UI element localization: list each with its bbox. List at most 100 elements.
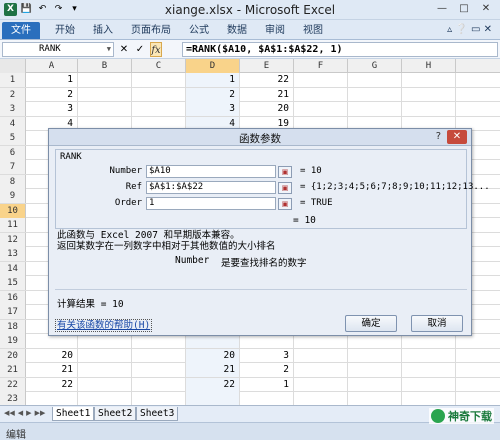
cell-h21[interactable]	[402, 363, 456, 377]
cell-d23[interactable]	[186, 392, 240, 405]
first-sheet-icon[interactable]: ◀◀	[4, 409, 15, 417]
arg-input-order[interactable]: 1	[146, 197, 276, 210]
cell-f21[interactable]	[294, 363, 348, 377]
row-header[interactable]: 23	[0, 392, 26, 405]
cell-b19[interactable]	[78, 334, 132, 348]
tab-page-layout[interactable]: 页面布局	[126, 22, 176, 39]
collapse-dialog-icon[interactable]: ▣	[278, 166, 292, 178]
cell-b2[interactable]	[78, 87, 132, 102]
cell-c20[interactable]	[132, 348, 186, 363]
cell-a20[interactable]: 20	[26, 348, 78, 363]
cancel-button[interactable]: 取消	[411, 315, 463, 332]
cell-e21[interactable]: 2	[240, 363, 294, 377]
cell-e20[interactable]: 3	[240, 348, 294, 363]
column-header-f[interactable]: F	[294, 59, 348, 73]
cancel-entry-icon[interactable]: ✕	[118, 42, 130, 57]
cell-c23[interactable]	[132, 392, 186, 405]
cell-h23[interactable]	[402, 392, 456, 405]
cell-a3[interactable]: 3	[26, 102, 78, 116]
cell-d3[interactable]: 3	[186, 102, 240, 116]
cell-h1[interactable]	[402, 73, 456, 87]
cell-c22[interactable]	[132, 377, 186, 392]
row-header[interactable]: 6	[0, 145, 26, 160]
cell-g21[interactable]	[348, 363, 402, 377]
row-header[interactable]: 20	[0, 348, 26, 363]
cell-d1[interactable]: 1	[186, 73, 240, 87]
row-header[interactable]: 9	[0, 189, 26, 203]
row-header[interactable]: 13	[0, 247, 26, 261]
cell-f23[interactable]	[294, 392, 348, 405]
cell-b3[interactable]	[78, 102, 132, 116]
column-header-e[interactable]: E	[240, 59, 294, 73]
sheet-tab-2[interactable]: Sheet2	[94, 407, 137, 421]
help-link-text[interactable]: 有关该函数的帮助(H)	[55, 319, 153, 332]
cell-c1[interactable]	[132, 73, 186, 87]
cell-b23[interactable]	[78, 392, 132, 405]
confirm-entry-icon[interactable]: ✓	[134, 42, 146, 57]
row-header[interactable]: 5	[0, 131, 26, 145]
collapse-dialog-icon[interactable]: ▣	[278, 182, 292, 194]
cell-f3[interactable]	[294, 102, 348, 116]
arg-input-ref[interactable]: $A$1:$A$22	[146, 181, 276, 194]
cell-b22[interactable]	[78, 377, 132, 392]
help-link[interactable]: 有关该函数的帮助(H)	[55, 317, 153, 332]
row-header[interactable]: 1	[0, 73, 26, 87]
column-header-d[interactable]: D	[186, 59, 240, 73]
dialog-title-bar[interactable]: 函数参数 ? ✕	[49, 129, 471, 146]
tab-home[interactable]: 开始	[50, 22, 80, 39]
row-header[interactable]: 7	[0, 160, 26, 174]
cell-h22[interactable]	[402, 377, 456, 392]
tab-file[interactable]: 文件	[2, 22, 40, 39]
row-header[interactable]: 21	[0, 363, 26, 377]
cell-g22[interactable]	[348, 377, 402, 392]
cell-g23[interactable]	[348, 392, 402, 405]
formula-input[interactable]: =RANK($A10, $A$1:$A$22, 1)	[182, 42, 498, 57]
tab-data[interactable]: 数据	[222, 22, 252, 39]
row-header[interactable]: 11	[0, 218, 26, 232]
ok-button[interactable]: 确定	[345, 315, 397, 332]
cell-h3[interactable]	[402, 102, 456, 116]
row-header[interactable]: 10	[0, 203, 26, 218]
insert-function-icon[interactable]: fx	[150, 42, 162, 57]
cell-c2[interactable]	[132, 87, 186, 102]
select-all-corner[interactable]	[0, 59, 26, 73]
sheet-tab-3[interactable]: Sheet3	[136, 407, 179, 421]
row-header[interactable]: 12	[0, 232, 26, 247]
name-box[interactable]: RANK ▼	[2, 42, 114, 57]
cell-a23[interactable]	[26, 392, 78, 405]
row-header[interactable]: 2	[0, 87, 26, 102]
cell-a1[interactable]: 1	[26, 73, 78, 87]
cell-e22[interactable]: 1	[240, 377, 294, 392]
cell-d22[interactable]: 22	[186, 377, 240, 392]
column-header-c[interactable]: C	[132, 59, 186, 73]
maximize-button[interactable]: □	[454, 2, 474, 17]
cell-b1[interactable]	[78, 73, 132, 87]
row-header[interactable]: 4	[0, 116, 26, 131]
cell-b20[interactable]	[78, 348, 132, 363]
cell-g20[interactable]	[348, 348, 402, 363]
row-header[interactable]: 16	[0, 290, 26, 305]
cell-g3[interactable]	[348, 102, 402, 116]
column-header-h[interactable]: H	[402, 59, 456, 73]
row-header[interactable]: 8	[0, 174, 26, 189]
row-header[interactable]: 22	[0, 377, 26, 392]
cell-d20[interactable]: 20	[186, 348, 240, 363]
cell-d19[interactable]	[186, 334, 240, 348]
cell-h2[interactable]	[402, 87, 456, 102]
cell-c3[interactable]	[132, 102, 186, 116]
row-header[interactable]: 14	[0, 261, 26, 276]
tab-insert[interactable]: 插入	[88, 22, 118, 39]
cell-f2[interactable]	[294, 87, 348, 102]
prev-sheet-icon[interactable]: ◀	[18, 409, 23, 417]
cell-a22[interactable]: 22	[26, 377, 78, 392]
cell-e1[interactable]: 22	[240, 73, 294, 87]
cell-b21[interactable]	[78, 363, 132, 377]
cell-a2[interactable]: 2	[26, 87, 78, 102]
dialog-close-button[interactable]: ✕	[447, 130, 467, 144]
cell-h20[interactable]	[402, 348, 456, 363]
cell-g19[interactable]	[348, 334, 402, 348]
cell-e3[interactable]: 20	[240, 102, 294, 116]
cell-c21[interactable]	[132, 363, 186, 377]
cell-e19[interactable]	[240, 334, 294, 348]
chevron-down-icon[interactable]: ▼	[107, 43, 111, 56]
